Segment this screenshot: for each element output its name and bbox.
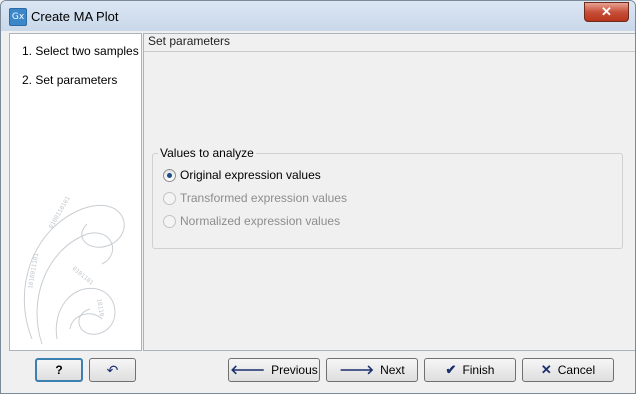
cancel-label: Cancel — [557, 363, 596, 377]
step-select-samples: 1. Select two samples — [22, 44, 139, 58]
next-button[interactable]: 🡒 Next — [326, 358, 418, 382]
finish-button[interactable]: ✔ Finish — [424, 358, 516, 382]
radio-button-disabled — [163, 215, 176, 228]
radio-label: Normalized expression values — [180, 214, 341, 228]
radio-button-checked[interactable] — [163, 169, 176, 182]
app-logo-icon: Gx — [9, 8, 27, 26]
radio-button-disabled — [163, 192, 176, 205]
x-icon: ✕ — [540, 362, 552, 377]
svg-text:1010011101: 1010011101 — [27, 252, 40, 289]
undo-icon: ↶ — [106, 362, 119, 378]
radio-label: Transformed expression values — [180, 191, 347, 205]
dialog-window: Gx Create MA Plot ✕ 1. Select two sample… — [0, 0, 636, 394]
reset-button[interactable]: ↶ — [89, 358, 136, 382]
cancel-button[interactable]: ✕ Cancel — [522, 358, 614, 382]
arrow-right-icon: 🡒 — [339, 362, 375, 377]
header-divider — [144, 51, 635, 52]
group-label: Values to analyze — [158, 146, 256, 160]
main-panel: Set parameters Values to analyze Origina… — [143, 33, 635, 351]
arrow-left-icon: 🡐 — [230, 362, 266, 377]
help-button[interactable]: ? — [35, 358, 83, 382]
finish-label: Finish — [462, 363, 495, 377]
next-label: Next — [380, 363, 405, 377]
window-title: Create MA Plot — [31, 9, 119, 24]
radio-label: Original expression values — [180, 168, 321, 182]
close-button[interactable]: ✕ — [584, 2, 629, 22]
previous-label: Previous — [271, 363, 318, 377]
step-set-parameters: 2. Set parameters — [22, 73, 118, 87]
decorative-spiral-icon: 0100110101 1010011101 0101101 10110 — [23, 195, 125, 345]
values-to-analyze-group: Values to analyze Original expression va… — [152, 146, 623, 249]
checkmark-icon: ✔ — [445, 362, 457, 377]
title-bar[interactable]: Gx Create MA Plot ✕ — [1, 1, 635, 31]
svg-text:0100110101: 0100110101 — [48, 195, 72, 230]
svg-text:0101101: 0101101 — [71, 265, 95, 287]
wizard-steps-panel: 1. Select two samples 2. Set parameters … — [9, 33, 142, 351]
previous-button[interactable]: 🡐 Previous — [228, 358, 320, 382]
panel-header: Set parameters — [148, 34, 231, 48]
